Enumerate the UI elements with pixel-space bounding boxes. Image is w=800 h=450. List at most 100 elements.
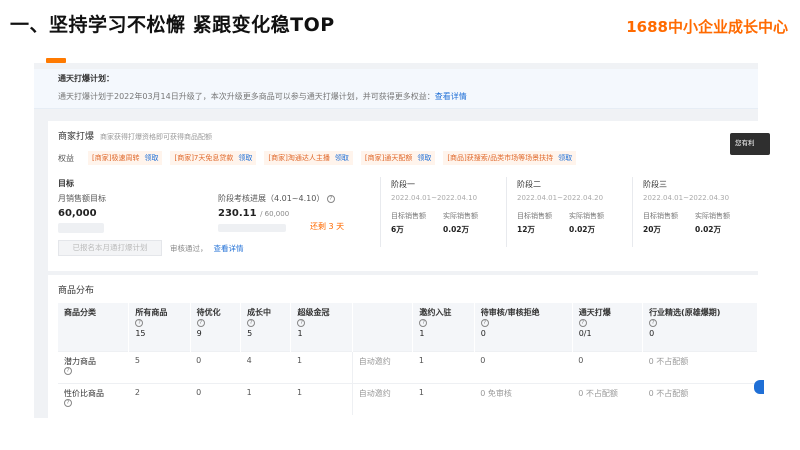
help-icon[interactable]: ? — [64, 367, 72, 375]
cell: 1 — [290, 382, 353, 415]
goal-bar — [58, 223, 104, 233]
cell: 0 不占配额 — [642, 350, 758, 383]
review-details-link[interactable]: 查看详情 — [214, 244, 244, 253]
col-count: 0/1 — [578, 329, 592, 338]
help-icon[interactable]: ? — [135, 318, 144, 327]
merchant-title: 商家打爆 商家获得打爆资格即可获得商品配额 — [58, 129, 212, 142]
right-tag-label: [商家]极速周转 — [92, 154, 140, 162]
cell: 0 — [474, 350, 573, 383]
help-icon[interactable]: ? — [578, 318, 587, 327]
help-icon[interactable]: ? — [247, 318, 256, 327]
help-icon[interactable]: ? — [297, 318, 306, 327]
col-label: 成长中 — [247, 308, 272, 317]
distribution-title: 商品分布 — [58, 286, 95, 296]
monthly-target-label: 月销售额目标 — [58, 194, 106, 203]
progress-value: 230.11 / 60,000 — [218, 208, 289, 219]
col-count: 1 — [297, 329, 303, 338]
review-status: 审核通过， 查看详情 — [170, 243, 244, 254]
progress-label-text: 阶段考核进展（4.01~4.10） — [218, 194, 325, 203]
progress-label: 阶段考核进展（4.01~4.10） ? — [218, 193, 335, 204]
col-label: 所有商品 — [135, 308, 168, 317]
right-tag-label: [商家]淘通达人主播 — [268, 154, 330, 162]
col-tongtian: 通天打爆? 0/1 — [572, 303, 644, 351]
cell: 1 — [290, 350, 353, 383]
stage-target-label: 目标销售额 — [391, 212, 426, 220]
stage-name: 阶段二 — [517, 180, 541, 189]
help-icon[interactable]: ? — [480, 318, 489, 327]
tooltip: 您有利 — [730, 133, 770, 155]
progress-current: 230.11 — [218, 208, 257, 219]
brand-logo: 1688中小企业成长中心 — [626, 16, 788, 37]
distribution-panel: 商品分布 商品分类 所有商品? 15 待优化? 9 成长中? 5 超级金冠? 1 邀约入… — [48, 275, 758, 418]
row-name: 性价比商品? — [58, 382, 129, 415]
help-icon[interactable]: ? — [196, 318, 205, 327]
row-name: 潜力商品? — [58, 350, 129, 383]
help-icon[interactable]: ? — [326, 194, 335, 203]
claim-link[interactable]: 领取 — [335, 153, 349, 163]
cell: 0 免审核 — [474, 382, 573, 415]
stage-actual: 0.02万 — [569, 225, 596, 234]
notice-details-link[interactable]: 查看详情 — [435, 92, 467, 101]
floating-help-button[interactable] — [754, 380, 764, 394]
notice-title: 通天打爆计划： — [58, 74, 114, 83]
brand-number: 1688 — [626, 18, 668, 36]
right-tag: [商家]极速周转 领取 — [88, 151, 163, 165]
stage-target: 12万 — [517, 225, 535, 234]
stage-target: 20万 — [643, 225, 661, 234]
rights-tags: [商家]极速周转 领取 [商家]7天免息贷款 领取 [商家]淘通达人主播 领取 [商家… — [88, 151, 577, 165]
stage-col-labels: 目标销售额 实际销售额 — [391, 211, 496, 221]
cell: 2 — [128, 382, 191, 415]
apply-button[interactable]: 已报名本月通打爆计划 — [58, 240, 162, 256]
right-tag: [商家]通天配额 领取 — [360, 151, 436, 165]
stage-actual-label: 实际销售额 — [695, 212, 730, 220]
cell-auto: 自动邀约 — [351, 350, 413, 383]
claim-link[interactable]: 领取 — [238, 153, 252, 163]
col-label: 待审核/审核拒绝 — [480, 308, 540, 317]
help-icon[interactable]: ? — [649, 318, 658, 327]
progress-total: / 60,000 — [260, 210, 290, 218]
stage-actual-label: 实际销售额 — [443, 212, 478, 220]
col-count: 1 — [419, 329, 425, 338]
stages: 阶段一 2022.04.01~2022.04.10 目标销售额 实际销售额 6万 0… — [380, 177, 758, 247]
stage-actual-label: 实际销售额 — [569, 212, 604, 220]
stage-name: 阶段三 — [643, 180, 667, 189]
cell: 0 不占配额 — [642, 382, 758, 415]
row-name-text: 性价比商品 — [64, 388, 104, 398]
help-icon[interactable]: ? — [64, 399, 72, 407]
col-count: 0 — [649, 329, 655, 338]
brand-text: 中小企业成长中心 — [667, 18, 788, 36]
right-tag-label: [商家]通天配额 — [364, 154, 413, 162]
col-count: 15 — [135, 329, 146, 338]
stage-actual: 0.02万 — [443, 225, 470, 234]
col-label: 行业精选(原雄爆期) — [649, 308, 721, 317]
stage-col-labels: 目标销售额 实际销售额 — [643, 211, 748, 221]
col-industry-select: 行业精选(原雄爆期)? 0 — [642, 303, 758, 351]
stage-card: 阶段三 2022.04.01~2022.04.30 目标销售额 实际销售额 20万… — [632, 177, 758, 247]
notice-banner: 通天打爆计划： 通天打爆计划于2022年03月14日升级了，本次升级更多商品可以… — [34, 69, 758, 109]
screenshot-area: 通天打爆计划： 通天打爆计划于2022年03月14日升级了，本次升级更多商品可以… — [34, 63, 758, 418]
right-tag-label: [商品]获搜索/品类市场等场景扶持 — [447, 154, 554, 162]
stage-actual: 0.02万 — [695, 225, 722, 234]
help-icon[interactable]: ? — [419, 318, 428, 327]
col-label: 邀约入驻 — [419, 308, 452, 317]
col-to-optimize: 待优化? 9 — [190, 303, 242, 351]
col-count: 9 — [196, 329, 202, 338]
col-label: 超级金冠 — [297, 308, 330, 317]
cell: 5 — [128, 350, 191, 383]
notice-body: 通天打爆计划于2022年03月14日升级了，本次升级更多商品可以参与通天打爆计划… — [58, 92, 435, 101]
slide-title: 一、坚持学习不松懈 紧跟变化稳TOP — [10, 14, 335, 36]
col-gold-crown: 超级金冠? 1 — [290, 303, 353, 351]
stage-target-label: 目标销售额 — [517, 212, 552, 220]
stage-card: 阶段二 2022.04.01~2022.04.20 目标销售额 实际销售额 12万… — [506, 177, 632, 247]
claim-link[interactable]: 领取 — [417, 153, 431, 163]
claim-link[interactable]: 领取 — [558, 153, 572, 163]
cell: 1 — [412, 382, 475, 415]
review-text: 审核通过， — [170, 244, 208, 253]
claim-link[interactable]: 领取 — [144, 153, 158, 163]
right-tag-label: [商家]7天免息贷款 — [174, 154, 234, 162]
progress-bar — [218, 224, 286, 232]
stage-dates: 2022.04.01~2022.04.10 — [391, 194, 478, 202]
col-growing: 成长中? 5 — [240, 303, 292, 351]
rights-label: 权益 — [58, 154, 74, 163]
notice-text: 通天打爆计划于2022年03月14日升级了，本次升级更多商品可以参与通天打爆计划… — [58, 91, 734, 102]
